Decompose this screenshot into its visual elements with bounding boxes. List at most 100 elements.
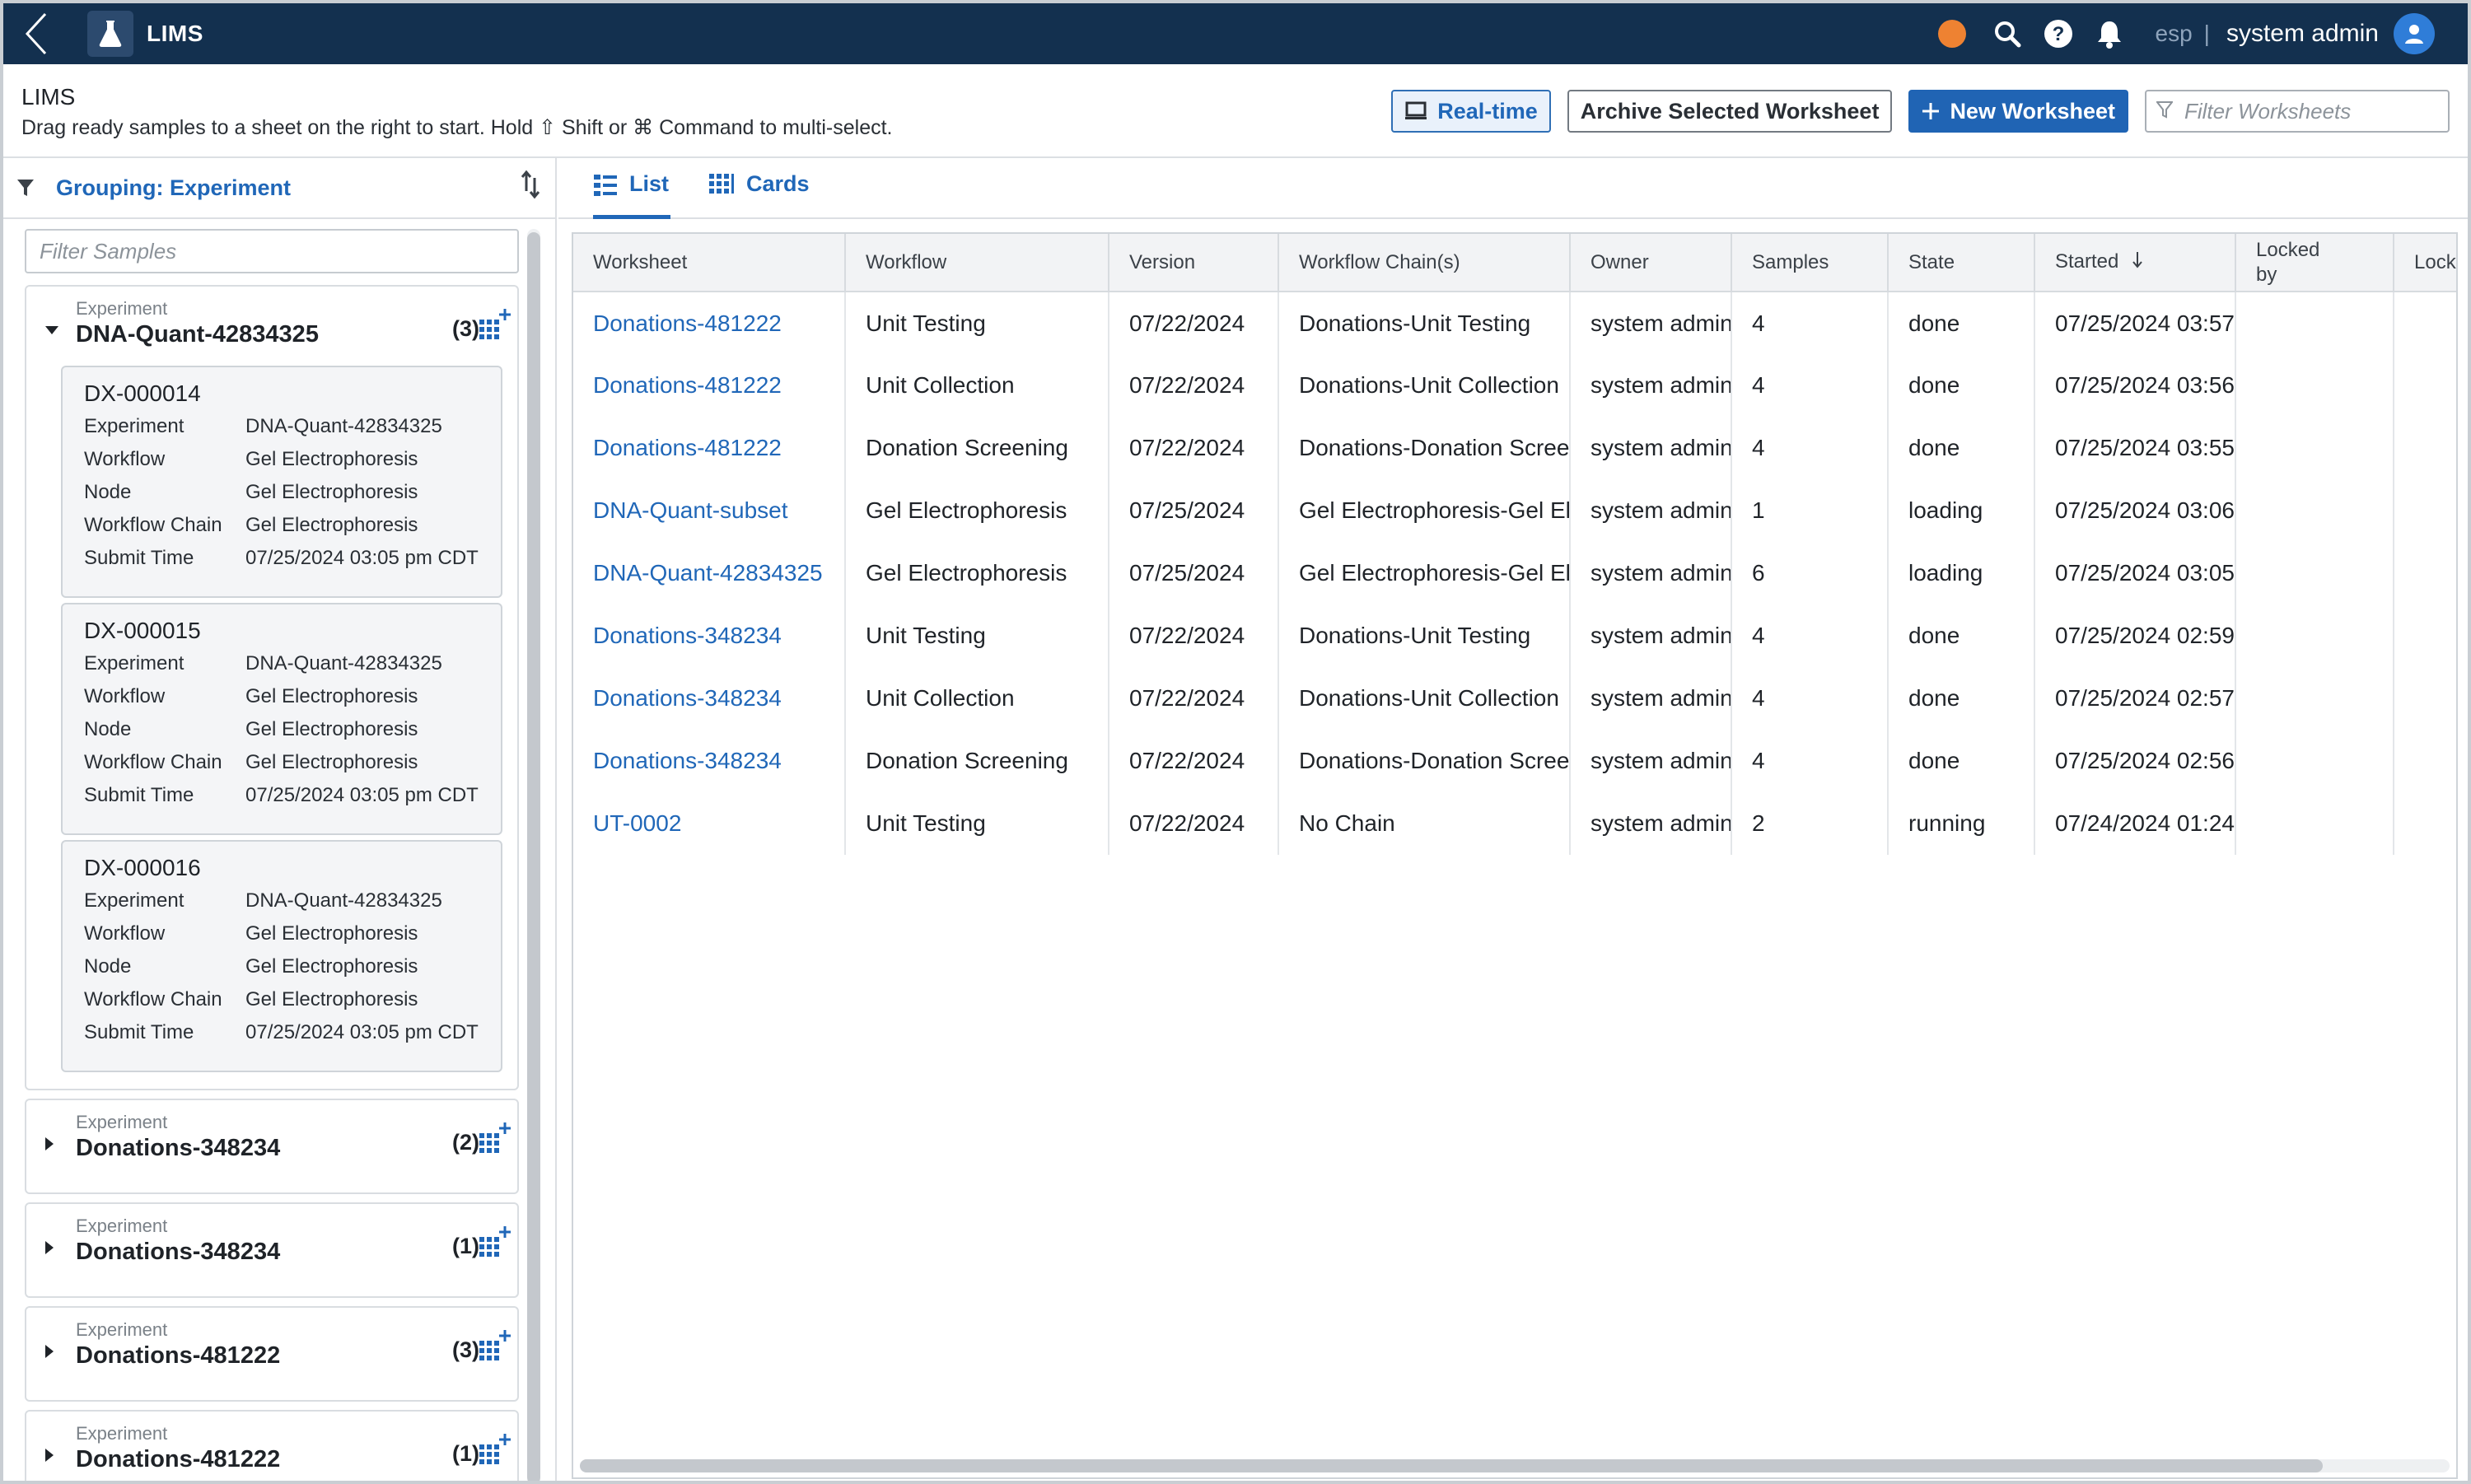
- tenant-name[interactable]: esp: [2156, 21, 2193, 47]
- table-row[interactable]: Donations-481222 Donation Screening 07/22/…: [573, 417, 2456, 479]
- group-header[interactable]: Experiment DNA-Quant-42834325 (3): [26, 287, 517, 366]
- cell-worksheet[interactable]: Donations-348234: [573, 667, 846, 730]
- table-row[interactable]: Donations-348234 Donation Screening 07/22/…: [573, 730, 2456, 792]
- sample-field-workflow: Workflow Gel Electrophoresis: [84, 448, 418, 470]
- column-header[interactable]: Worksheet: [573, 234, 846, 292]
- cell-worksheet[interactable]: Donations-481222: [573, 292, 846, 354]
- caret-right-icon[interactable]: [44, 1448, 54, 1467]
- search-icon[interactable]: [1991, 17, 2024, 50]
- column-header[interactable]: Workflow: [845, 234, 1109, 292]
- column-header[interactable]: Locked by: [2235, 234, 2394, 292]
- cell-worksheet[interactable]: DNA-Quant-42834325: [573, 542, 846, 604]
- flask-icon[interactable]: [87, 11, 133, 57]
- add-to-worksheet-icon[interactable]: [478, 308, 511, 345]
- caret-right-icon[interactable]: [44, 1344, 54, 1363]
- group-header[interactable]: Experiment Donations-481222 (1): [26, 1412, 517, 1481]
- table-row[interactable]: Donations-481222 Unit Testing 07/22/2024 Do…: [573, 292, 2456, 354]
- cell-locked-by: [2235, 479, 2394, 542]
- cell-worksheet[interactable]: DNA-Quant-subset: [573, 479, 846, 542]
- filter-funnel-icon[interactable]: [16, 178, 35, 198]
- sample-field-workflow-chain: Workflow Chain Gel Electrophoresis: [84, 988, 418, 1010]
- column-header[interactable]: Version: [1109, 234, 1279, 292]
- column-header[interactable]: Owner: [1570, 234, 1732, 292]
- cell-state: running: [1888, 792, 2035, 855]
- cell-started: 07/25/2024 03:57: [2034, 292, 2236, 354]
- user-name[interactable]: system admin: [2226, 20, 2379, 48]
- samples-scrollbar-thumb[interactable]: [527, 232, 540, 1481]
- table-row[interactable]: Donations-348234 Unit Collection 07/22/202…: [573, 667, 2456, 730]
- cell-started: 07/25/2024 03:05: [2034, 542, 2236, 604]
- cell-samples: 4: [1731, 292, 1889, 354]
- bell-icon[interactable]: [2093, 17, 2126, 50]
- add-to-worksheet-icon[interactable]: [478, 1329, 511, 1366]
- tab-list[interactable]: List: [593, 171, 671, 219]
- filter-samples-input[interactable]: [26, 231, 517, 272]
- experiment-group[interactable]: Experiment Donations-481222 (3): [25, 1306, 519, 1402]
- table-scrollbar-thumb[interactable]: [580, 1459, 2323, 1472]
- column-header[interactable]: Workflow Chain(s): [1278, 234, 1571, 292]
- cell-started: 07/25/2024 03:55: [2034, 417, 2236, 479]
- sort-descending-icon: [2132, 250, 2143, 274]
- tab-cards[interactable]: Cards: [708, 171, 810, 219]
- group-header[interactable]: Experiment Donations-348234 (2): [26, 1100, 517, 1179]
- cell-lock: [2394, 417, 2456, 479]
- experiment-group[interactable]: Experiment Donations-348234 (2): [25, 1099, 519, 1194]
- cell-workflow: Unit Testing: [845, 292, 1109, 354]
- caret-down-icon[interactable]: [44, 324, 59, 339]
- filter-worksheets-input[interactable]: [2184, 98, 2431, 124]
- table-row[interactable]: UT-0002 Unit Testing 07/22/2024 No Chain sys…: [573, 792, 2456, 855]
- table-row[interactable]: DNA-Quant-42834325 Gel Electrophoresis 07/…: [573, 542, 2456, 604]
- cell-worksheet[interactable]: Donations-348234: [573, 730, 846, 792]
- table-row[interactable]: DNA-Quant-subset Gel Electrophoresis 07/25…: [573, 479, 2456, 542]
- samples-scrollbar[interactable]: [527, 229, 540, 1481]
- archive-worksheet-button[interactable]: Archive Selected Worksheet: [1567, 90, 1893, 133]
- group-header[interactable]: Experiment Donations-481222 (3): [26, 1308, 517, 1387]
- cell-worksheet[interactable]: Donations-481222: [573, 354, 846, 417]
- sample-card[interactable]: DX-000014 Experiment DNA-Quant-42834325 W…: [61, 366, 502, 598]
- add-to-worksheet-icon[interactable]: [478, 1122, 511, 1159]
- list-icon: [593, 173, 618, 198]
- table-row[interactable]: Donations-348234 Unit Testing 07/22/2024 Do…: [573, 604, 2456, 667]
- new-worksheet-button[interactable]: New Worksheet: [1908, 90, 2128, 133]
- group-count: (3): [452, 316, 479, 341]
- group-header[interactable]: Experiment Donations-348234 (1): [26, 1204, 517, 1283]
- caret-right-icon[interactable]: [44, 1240, 54, 1259]
- sample-field-workflow-chain: Workflow Chain Gel Electrophoresis: [84, 751, 418, 773]
- experiment-group[interactable]: Experiment DNA-Quant-42834325 (3) DX-000…: [25, 285, 519, 1090]
- cell-owner: system admin: [1570, 792, 1732, 855]
- cell-worksheet[interactable]: Donations-481222: [573, 417, 846, 479]
- group-kicker: Experiment: [76, 1112, 168, 1132]
- caret-right-icon[interactable]: [44, 1136, 54, 1155]
- column-header[interactable]: State: [1888, 234, 2035, 292]
- add-to-worksheet-icon[interactable]: [478, 1433, 511, 1470]
- cell-worksheet[interactable]: Donations-348234: [573, 604, 846, 667]
- sample-card[interactable]: DX-000015 Experiment DNA-Quant-42834325 W…: [61, 603, 502, 835]
- table-horizontal-scrollbar[interactable]: [580, 1459, 2450, 1472]
- cell-workflow-chain: Donations-Unit Collection: [1278, 667, 1571, 730]
- cell-locked-by: [2235, 792, 2394, 855]
- cell-workflow: Unit Collection: [845, 354, 1109, 417]
- sample-field-submit-time: Submit Time 07/25/2024 03:05 pm CDT: [84, 1021, 479, 1043]
- grouping-selector[interactable]: Grouping: Experiment: [56, 175, 291, 201]
- sample-card[interactable]: DX-000016 Experiment DNA-Quant-42834325 W…: [61, 840, 502, 1072]
- column-header[interactable]: Samples: [1731, 234, 1889, 292]
- realtime-label: Real-time: [1437, 98, 1538, 124]
- experiment-group[interactable]: Experiment Donations-481222 (1): [25, 1410, 519, 1481]
- user-avatar-icon[interactable]: [2394, 13, 2435, 54]
- cell-workflow: Donation Screening: [845, 417, 1109, 479]
- cell-worksheet[interactable]: UT-0002: [573, 792, 846, 855]
- table-row[interactable]: Donations-481222 Unit Collection 07/22/202…: [573, 354, 2456, 417]
- column-header-started[interactable]: Started: [2034, 234, 2236, 292]
- realtime-button[interactable]: Real-time: [1391, 90, 1551, 133]
- group-title: Donations-481222: [76, 1446, 281, 1472]
- sort-toggle-icon[interactable]: [521, 170, 540, 203]
- cell-samples: 4: [1731, 730, 1889, 792]
- add-to-worksheet-icon[interactable]: [478, 1225, 511, 1262]
- column-header[interactable]: Lock: [2394, 234, 2456, 292]
- cell-version: 07/22/2024: [1109, 792, 1279, 855]
- status-indicator[interactable]: [1937, 20, 1966, 48]
- experiment-group[interactable]: Experiment Donations-348234 (1): [25, 1202, 519, 1298]
- back-chevron-icon[interactable]: [3, 3, 69, 64]
- cell-samples: 6: [1731, 542, 1889, 604]
- help-icon[interactable]: ?: [2042, 17, 2075, 50]
